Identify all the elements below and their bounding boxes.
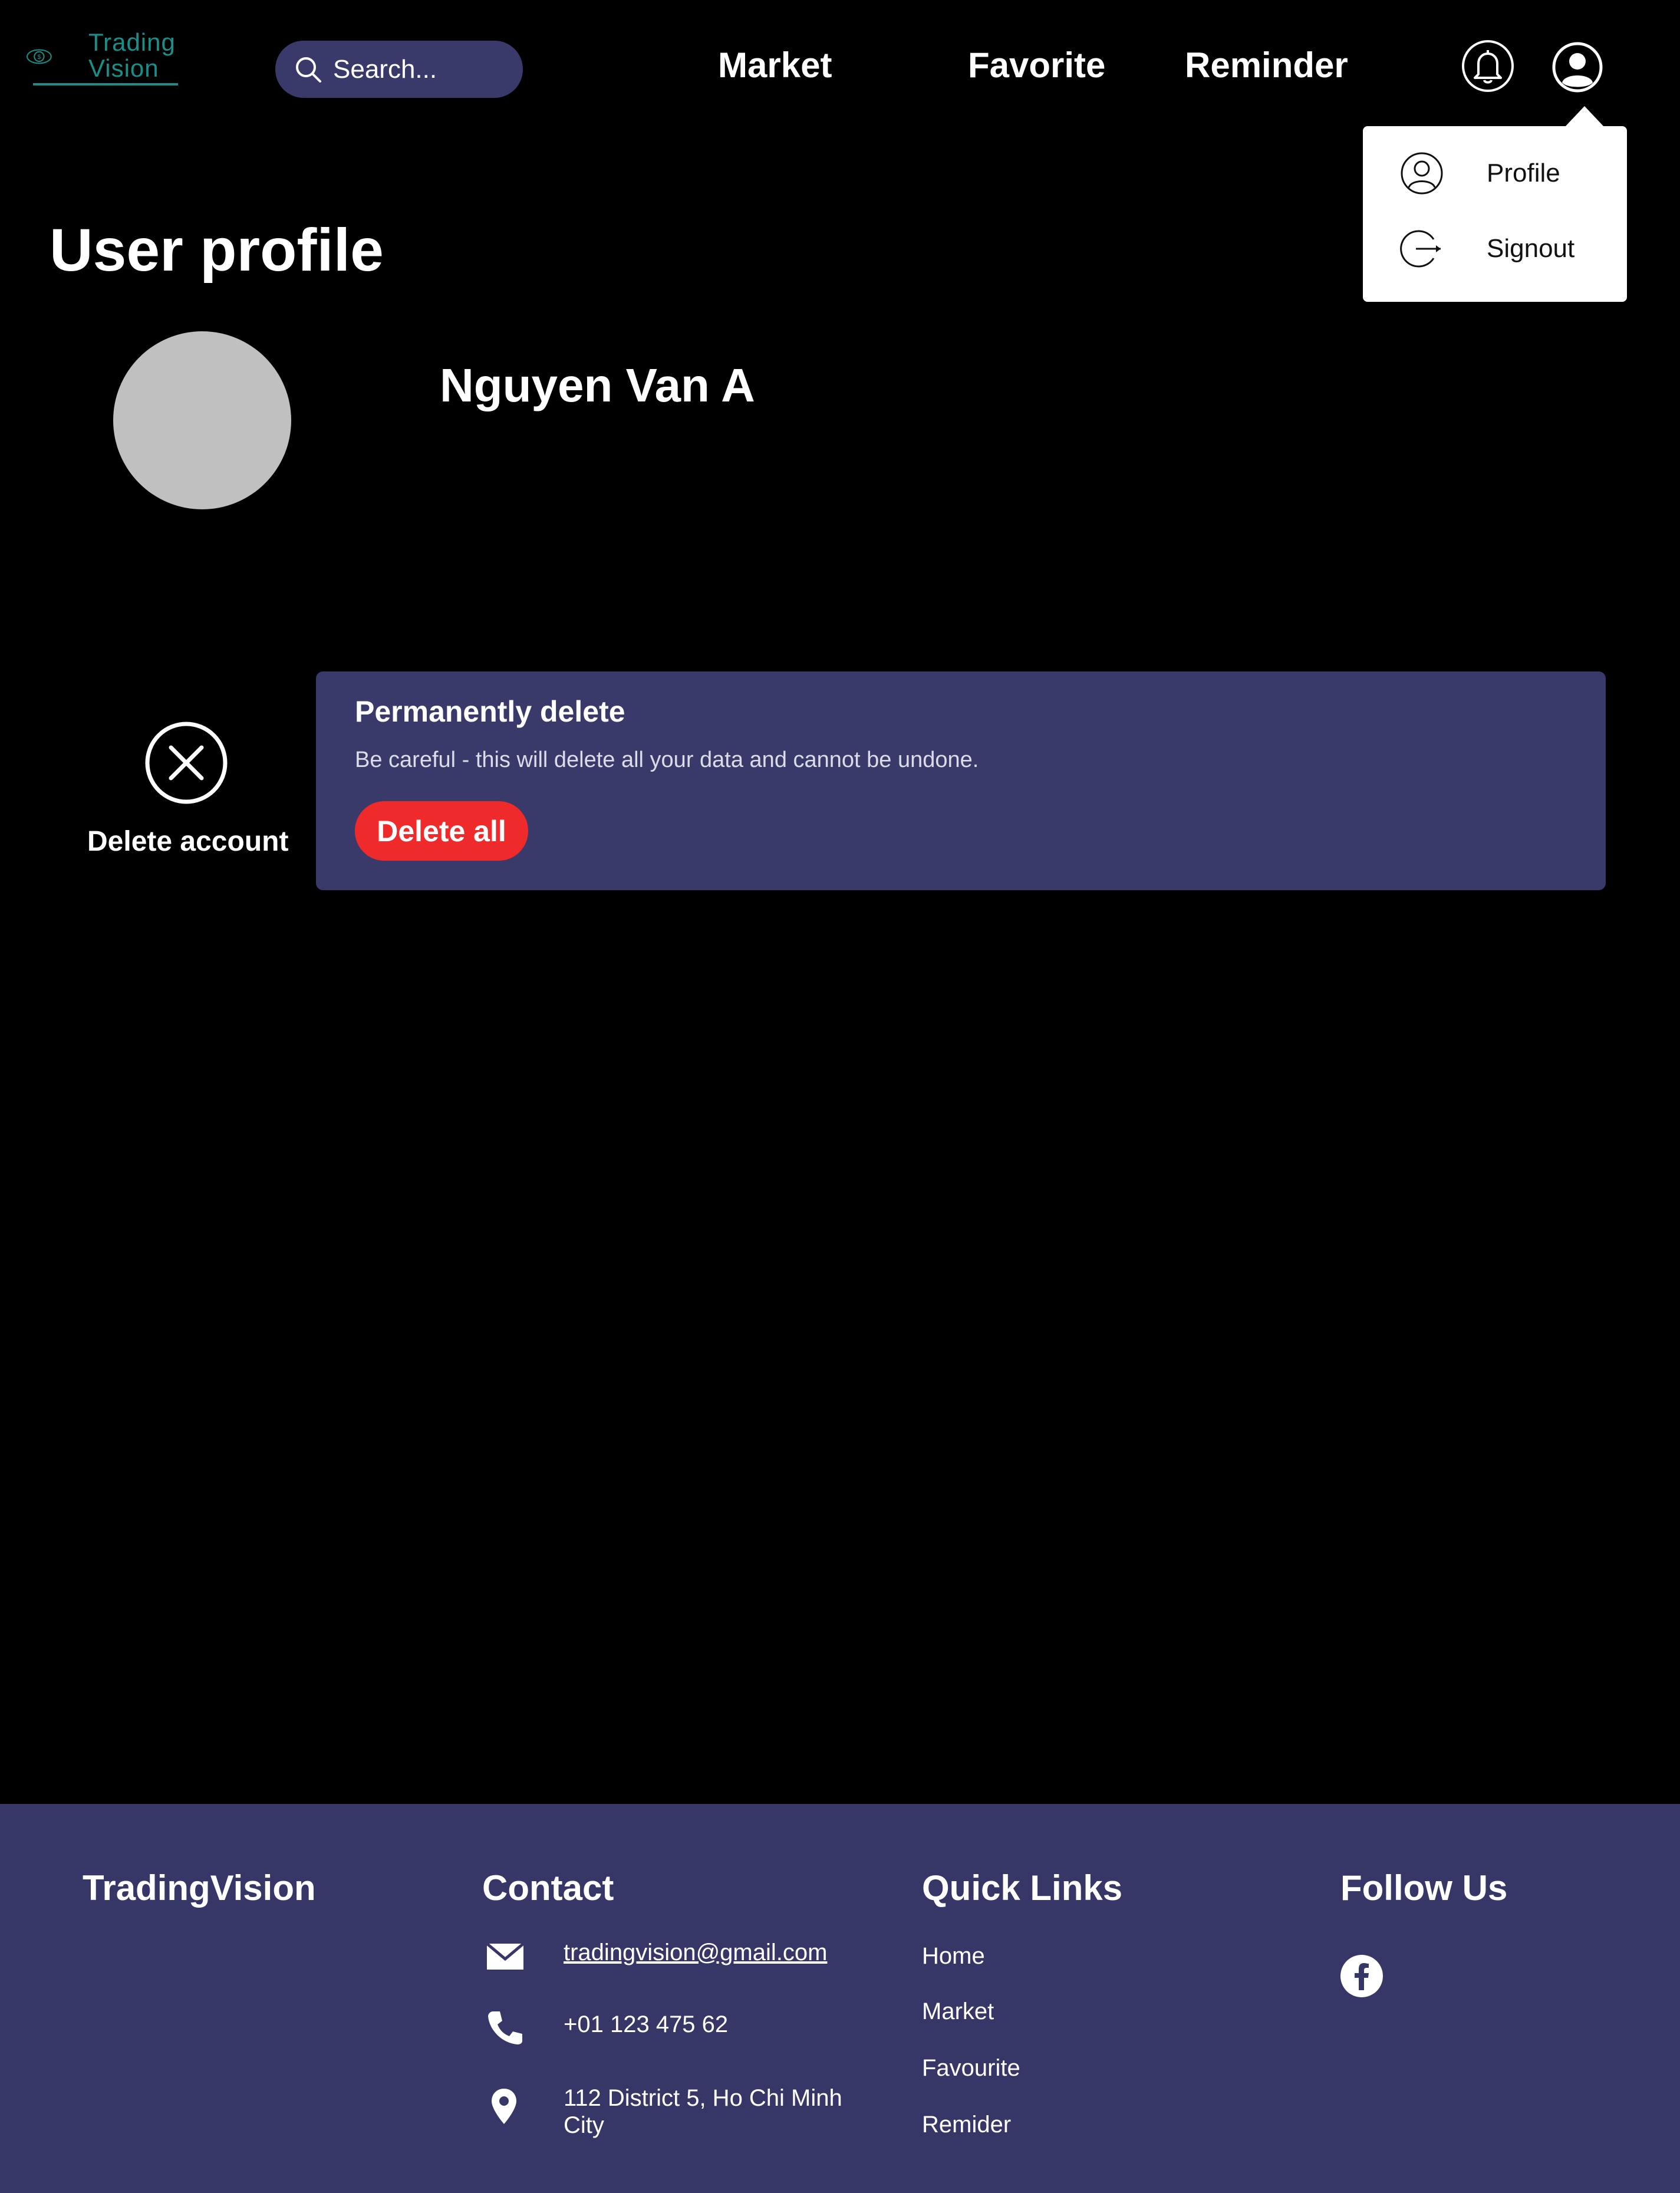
nav-favorite[interactable]: Favorite — [968, 45, 1105, 85]
footer-quick-links-heading: Quick Links — [922, 1868, 1123, 1908]
signout-icon — [1400, 230, 1441, 268]
footer-link-reminder[interactable]: Remider — [922, 2112, 1011, 2138]
search-input[interactable] — [332, 54, 511, 85]
facebook-icon[interactable] — [1340, 1955, 1383, 1997]
svg-text:$: $ — [37, 54, 41, 61]
delete-warning-text: Be careful - this will delete all your d… — [355, 748, 979, 772]
logo-eye-icon[interactable]: $ — [26, 35, 91, 83]
logo-line-1: Trading — [88, 28, 176, 56]
dropdown-item-profile[interactable]: Profile — [1363, 144, 1627, 203]
mail-icon — [486, 1942, 525, 1970]
delete-all-button[interactable]: Delete all — [355, 801, 528, 861]
avatar[interactable] — [113, 331, 291, 509]
dropdown-arrow — [1564, 106, 1605, 127]
logo-underline — [33, 83, 178, 85]
nav-reminder[interactable]: Reminder — [1185, 45, 1348, 85]
search-bar[interactable] — [275, 41, 523, 98]
search-icon — [296, 57, 321, 83]
footer-link-home[interactable]: Home — [922, 1943, 985, 1970]
footer-link-market[interactable]: Market — [922, 1998, 994, 2025]
footer-follow-heading: Follow Us — [1340, 1868, 1508, 1908]
logo-text[interactable]: Trading Vision — [88, 29, 176, 81]
footer-email-link[interactable]: tradingvision@gmail.com — [564, 1940, 827, 1966]
page-title: User profile — [50, 216, 384, 284]
nav-market[interactable]: Market — [718, 45, 832, 85]
footer-brand: TradingVision — [83, 1868, 316, 1908]
logo-line-2: Vision — [88, 54, 159, 82]
user-name: Nguyen Van A — [440, 359, 755, 411]
footer-contact-heading: Contact — [482, 1868, 614, 1908]
dropdown-item-signout[interactable]: Signout — [1363, 219, 1627, 278]
delete-account-label[interactable]: Delete account — [87, 825, 288, 858]
close-circle-icon[interactable] — [144, 720, 229, 805]
user-circle-icon — [1401, 152, 1443, 195]
location-pin-icon — [492, 2089, 516, 2124]
dropdown-signout-label: Signout — [1487, 234, 1575, 263]
delete-card-title: Permanently delete — [355, 695, 625, 728]
footer-link-favourite[interactable]: Favourite — [922, 2055, 1020, 2082]
dropdown-profile-label: Profile — [1487, 159, 1560, 187]
footer-address: 112 District 5, Ho Chi Minh City — [564, 2085, 842, 2138]
footer-phone: +01 123 475 62 — [564, 2011, 729, 2037]
phone-icon — [488, 2011, 522, 2044]
bell-icon[interactable] — [1461, 39, 1515, 93]
user-icon[interactable] — [1551, 41, 1603, 93]
